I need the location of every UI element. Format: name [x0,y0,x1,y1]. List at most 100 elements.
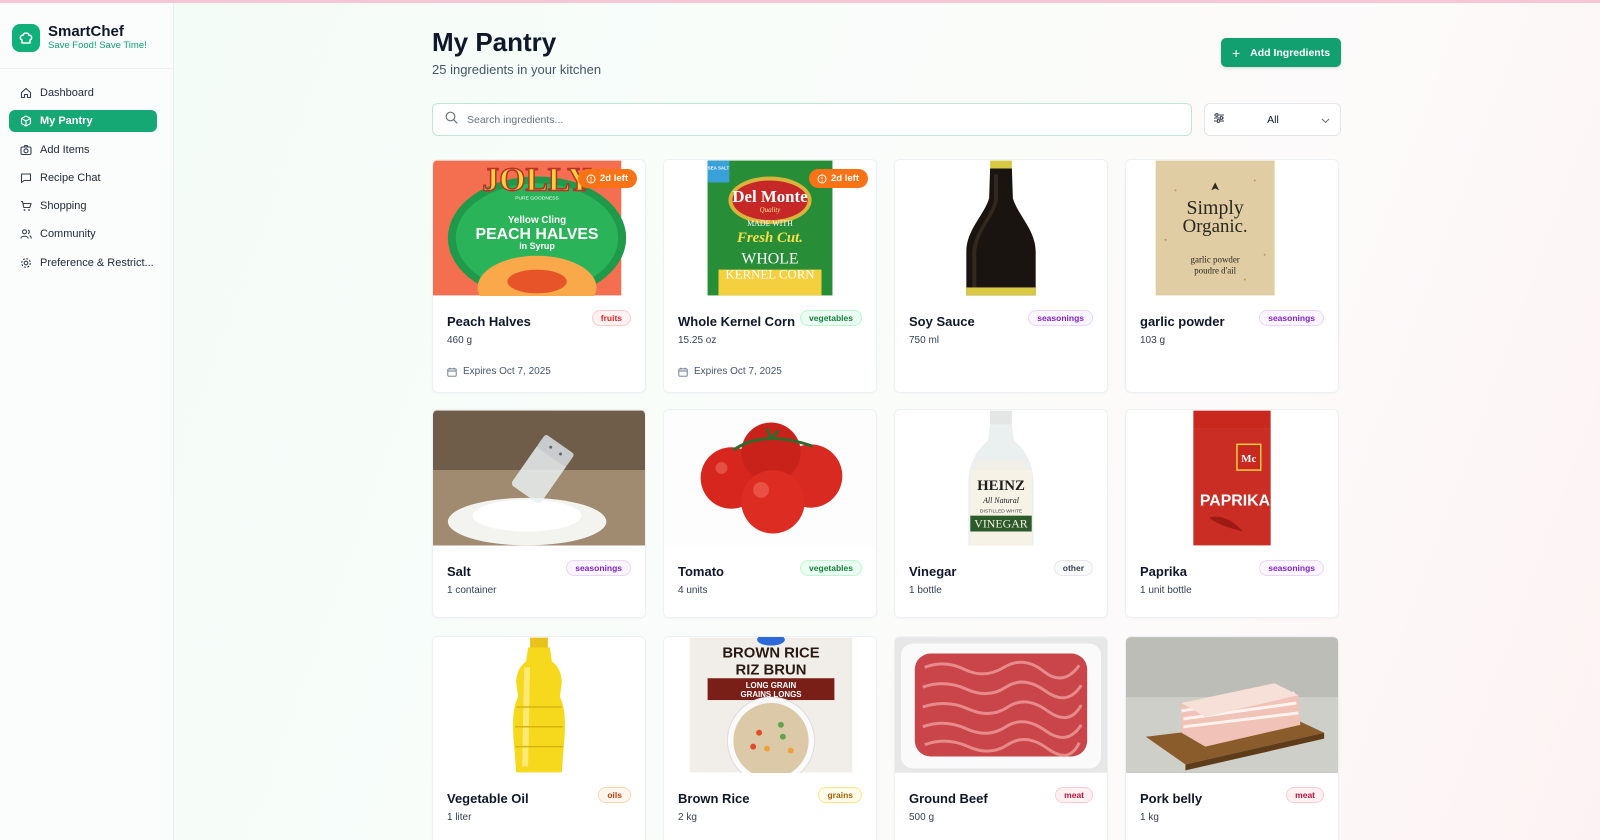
users-icon [20,228,32,240]
category-badge: oils [598,787,631,803]
calendar-icon [447,367,457,377]
sidebar-item-shopping[interactable]: Shopping [9,195,157,217]
ingredient-name: Pork belly [1140,791,1203,806]
ingredient-card-peach-halves[interactable]: JOLLY PURE GOODNESS Yellow Cling PEACH H… [432,159,646,393]
app-name: SmartChef [48,23,124,40]
distilled-text: DISTILLED WHITE [980,509,1023,515]
sidebar-item-preferences[interactable]: Preference & Restrict... [9,252,157,274]
pork-belly-image [1126,637,1338,773]
expiry-date: Expires Oct 7, 2025 [678,366,782,377]
expiry-text: Expires Oct 7, 2025 [694,366,782,377]
jolly-sub-text: PURE GOODNESS [515,195,559,201]
ingredient-name: Tomato [678,564,724,579]
ingredient-name: Whole Kernel Corn [678,314,796,329]
garlic-powder-image: Simply Organic. garlic powder poudre d'a… [1126,160,1338,296]
ingredient-card-vegetable-oil[interactable]: Vegetable Oil oils 1 liter [432,636,646,840]
category-badge: seasonings [1259,310,1324,326]
peach-line3-text: in Syrup [519,241,555,251]
ingredient-quantity: 1 unit bottle [1140,585,1192,596]
ingredient-quantity: 750 ml [909,335,940,346]
alert-text: 2d left [600,173,628,184]
paprika-jar-image: Mc PAPRIKA [1126,410,1338,546]
ingredient-quantity: 460 g [447,335,473,346]
box-icon [20,115,32,127]
peach-halves-image: JOLLY PURE GOODNESS Yellow Cling PEACH H… [433,160,645,296]
ingredient-quantity: 103 g [1140,335,1166,346]
ingredient-name: Ground Beef [909,791,988,806]
corn-can-image: SEA SALT Del Monte Quality MADE WITH Fre… [664,160,876,296]
ingredient-quantity: 1 liter [447,812,472,823]
expiry-text: Expires Oct 7, 2025 [463,366,551,377]
sidebar-item-label: Preference & Restrict... [40,256,154,269]
home-icon [20,87,32,99]
category-filter-select[interactable]: All [1204,103,1341,136]
ingredient-card-brown-rice[interactable]: BROWN RICE RIZ BRUN LONG GRAIN GRAINS LO… [663,636,877,840]
search-bar[interactable] [432,103,1192,136]
sidebar-item-community[interactable]: Community [9,223,157,245]
ingredient-name: Salt [447,564,471,579]
sidebar-item-label: Community [40,228,96,241]
alert-text: 2d left [831,173,859,184]
camera-icon [20,144,32,156]
category-badge: meat [1055,787,1093,803]
ground-beef-image [895,637,1107,773]
rice-line2-text: RIZ BRUN [736,662,807,678]
brown-rice-bag-image: BROWN RICE RIZ BRUN LONG GRAIN GRAINS LO… [664,637,876,773]
sidebar-item-label: Shopping [40,200,87,213]
garlic-fr-text: poudre d'ail [1194,266,1236,276]
add-ingredients-button[interactable]: + Add Ingredients [1221,38,1341,67]
rice-line1-text: BROWN RICE [722,645,819,661]
sidebar-item-label: Dashboard [40,87,94,99]
peach-line1-text: Yellow Cling [508,215,566,226]
chef-hat-logo-icon [12,23,40,52]
cart-icon [20,200,32,212]
ingredient-name: Vinegar [909,564,957,579]
corn-made-text: MADE WITH [747,219,793,228]
app-tagline: Save Food! Save Time! [48,40,147,51]
sidebar-nav: Dashboard My Pantry Add Items Recipe Cha… [0,69,173,274]
category-badge: meat [1286,787,1324,803]
ingredient-card-soy-sauce[interactable]: Soy Sauce seasonings 750 ml [894,159,1108,393]
sidebar-item-add-items[interactable]: Add Items [9,139,157,161]
delmonte-sub-text: Quality [760,207,782,214]
ingredient-quantity: 15.25 oz [678,335,717,346]
corn-line1-text: WHOLE [741,251,798,268]
ingredient-quantity: 500 g [909,812,935,823]
ingredient-card-vinegar[interactable]: HEINZ All Natural DISTILLED WHITE VINEGA… [894,409,1108,618]
sidebar-item-my-pantry[interactable]: My Pantry [9,110,157,133]
sidebar: SmartChef Save Food! Save Time! Dashboar… [0,3,174,840]
sidebar-item-dashboard[interactable]: Dashboard [9,82,157,104]
alert-circle-icon [817,174,827,183]
category-badge: seasonings [566,560,631,576]
all-natural-text: All Natural [982,496,1020,505]
category-badge: other [1053,560,1093,576]
sea-salt-text: SEA SALT [708,166,730,171]
ingredient-card-tomato[interactable]: Tomato vegetables 4 units [663,409,877,618]
garlic-en-text: garlic powder [1191,255,1240,265]
ingredient-name: garlic powder [1140,314,1225,329]
tomato-image [664,410,876,546]
ingredient-card-salt[interactable]: Salt seasonings 1 container [432,409,646,618]
category-badge: grains [818,787,862,803]
ingredient-card-garlic-powder[interactable]: Simply Organic. garlic powder poudre d'a… [1125,159,1339,393]
sidebar-item-label: Add Items [40,143,90,156]
search-input[interactable] [467,113,1167,126]
sidebar-item-recipe-chat[interactable]: Recipe Chat [9,167,157,189]
ingredient-card-pork-belly[interactable]: Pork belly meat 1 kg [1125,636,1339,840]
corn-fresh-text: Fresh Cut. [736,230,803,246]
ingredient-card-paprika[interactable]: Mc PAPRIKA Paprika seasonings 1 unit bot… [1125,409,1339,618]
filter-value: All [1267,113,1279,126]
search-icon [445,111,458,129]
ingredient-quantity: 1 container [447,585,497,596]
ingredient-card-ground-beef[interactable]: Ground Beef meat 500 g [894,636,1108,840]
calendar-icon [678,367,688,377]
expiry-alert-badge: 2d left [809,169,868,188]
sidebar-item-label: My Pantry [40,115,93,128]
brand[interactable]: SmartChef Save Food! Save Time! [0,3,173,69]
ingredient-quantity: 1 kg [1140,812,1159,823]
vegetable-oil-image [433,637,645,773]
ingredient-card-whole-kernel-corn[interactable]: SEA SALT Del Monte Quality MADE WITH Fre… [663,159,877,393]
filter-sliders-icon [1213,111,1225,129]
category-badge: vegetables [800,560,862,576]
add-ingredients-label: Add Ingredients [1250,46,1331,59]
